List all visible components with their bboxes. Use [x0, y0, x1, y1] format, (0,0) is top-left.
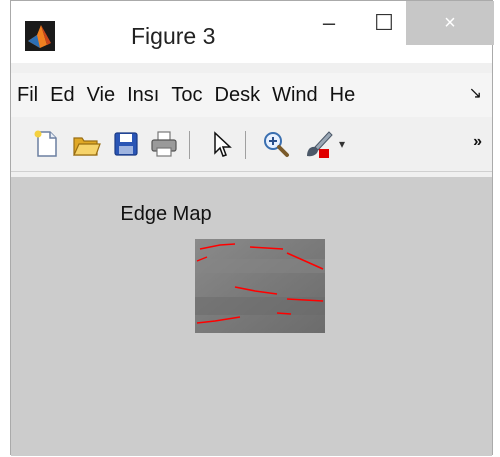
toolbar-overflow-icon[interactable]: »	[473, 133, 482, 151]
menu-window[interactable]: Wind	[266, 84, 324, 107]
save-icon[interactable]	[111, 129, 141, 159]
zoom-in-icon[interactable]	[261, 129, 291, 159]
matlab-logo-icon	[25, 21, 55, 51]
menu-view[interactable]: Vie	[81, 84, 122, 107]
open-file-icon[interactable]	[71, 129, 101, 159]
pointer-icon[interactable]	[205, 129, 235, 159]
menu-help[interactable]: He	[324, 84, 362, 107]
toolbar-separator	[189, 131, 190, 159]
menu-insert[interactable]: Insı	[121, 84, 165, 107]
brush-dropdown-icon[interactable]: ▾	[339, 137, 345, 151]
window-title: Figure 3	[131, 23, 216, 49]
maximize-button[interactable]: ☐	[361, 1, 407, 45]
menu-file[interactable]: Fil	[11, 84, 44, 107]
menu-edit[interactable]: Ed	[44, 84, 80, 107]
menu-desktop[interactable]: Desk	[209, 84, 267, 107]
edge-map-image	[195, 239, 325, 333]
minimize-button[interactable]: –	[306, 1, 352, 45]
print-icon[interactable]	[149, 129, 179, 159]
figure-canvas: Edge Map	[11, 177, 492, 456]
menu-overflow-icon[interactable]: ↘	[469, 83, 482, 103]
axes-title: Edge Map	[120, 203, 212, 225]
toolbar-separator	[245, 131, 246, 159]
menu-bar: Fil Ed Vie Insı Toc Desk Wind He ↘	[11, 73, 492, 117]
title-bar[interactable]: Figure 3 – ☐ ×	[11, 1, 494, 63]
brush-icon[interactable]	[303, 129, 333, 159]
figure-window: Figure 3 – ☐ × Fil Ed Vie Insı Toc Desk …	[10, 0, 494, 456]
close-button[interactable]: ×	[406, 1, 494, 45]
new-figure-icon[interactable]	[31, 129, 61, 159]
tool-bar: ▾ »	[11, 119, 492, 172]
menu-tools[interactable]: Toc	[165, 84, 208, 107]
